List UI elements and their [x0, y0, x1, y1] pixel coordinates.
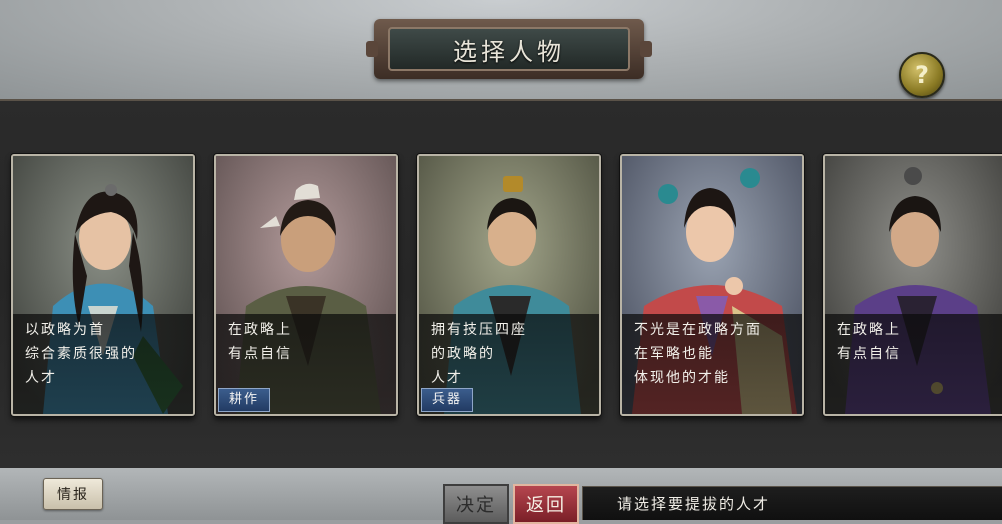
- back-button[interactable]: 返回: [513, 484, 579, 524]
- card-description-line: 在政略上: [228, 322, 292, 338]
- card-description-line: 有点自信: [228, 346, 292, 362]
- page-title: 选择人物: [388, 27, 630, 71]
- status-message: 请选择要提拔的人才: [582, 486, 1002, 520]
- card-description-line: 体现他的才能: [634, 370, 730, 386]
- card-description-line: 人才: [25, 370, 57, 386]
- help-button[interactable]: ?: [899, 52, 945, 98]
- card-description-line: 在政略上: [837, 322, 901, 338]
- card-description-line: 拥有技压四座: [431, 322, 527, 338]
- card-description-line: 不光是在政略方面: [634, 322, 762, 338]
- card-description-line: 的政略的: [431, 346, 495, 362]
- character-card-2[interactable]: 在政略上 有点自信 耕作: [214, 154, 398, 416]
- card-description-line: 以政略为首: [25, 322, 105, 338]
- confirm-button[interactable]: 决定: [443, 484, 509, 524]
- card-description-line: 在军略也能: [634, 346, 714, 362]
- character-card-5[interactable]: 在政略上 有点自信: [823, 154, 1002, 416]
- card-description-line: 综合素质很强的: [25, 346, 137, 362]
- card-description-line: 有点自信: [837, 346, 901, 362]
- title-plate: 选择人物: [366, 19, 652, 79]
- character-card-1[interactable]: 以政略为首 综合素质很强的 人才: [11, 154, 195, 416]
- character-card-4[interactable]: 不光是在政略方面 在军略也能 体现他的才能: [620, 154, 804, 416]
- character-card-3[interactable]: 拥有技压四座 的政略的 人才 兵器: [417, 154, 601, 416]
- skill-tag: 耕作: [218, 388, 271, 412]
- skill-tag: 兵器: [421, 388, 474, 412]
- question-mark-icon: ?: [915, 61, 929, 89]
- info-button[interactable]: 情报: [43, 478, 103, 510]
- card-description-line: 人才: [431, 370, 463, 386]
